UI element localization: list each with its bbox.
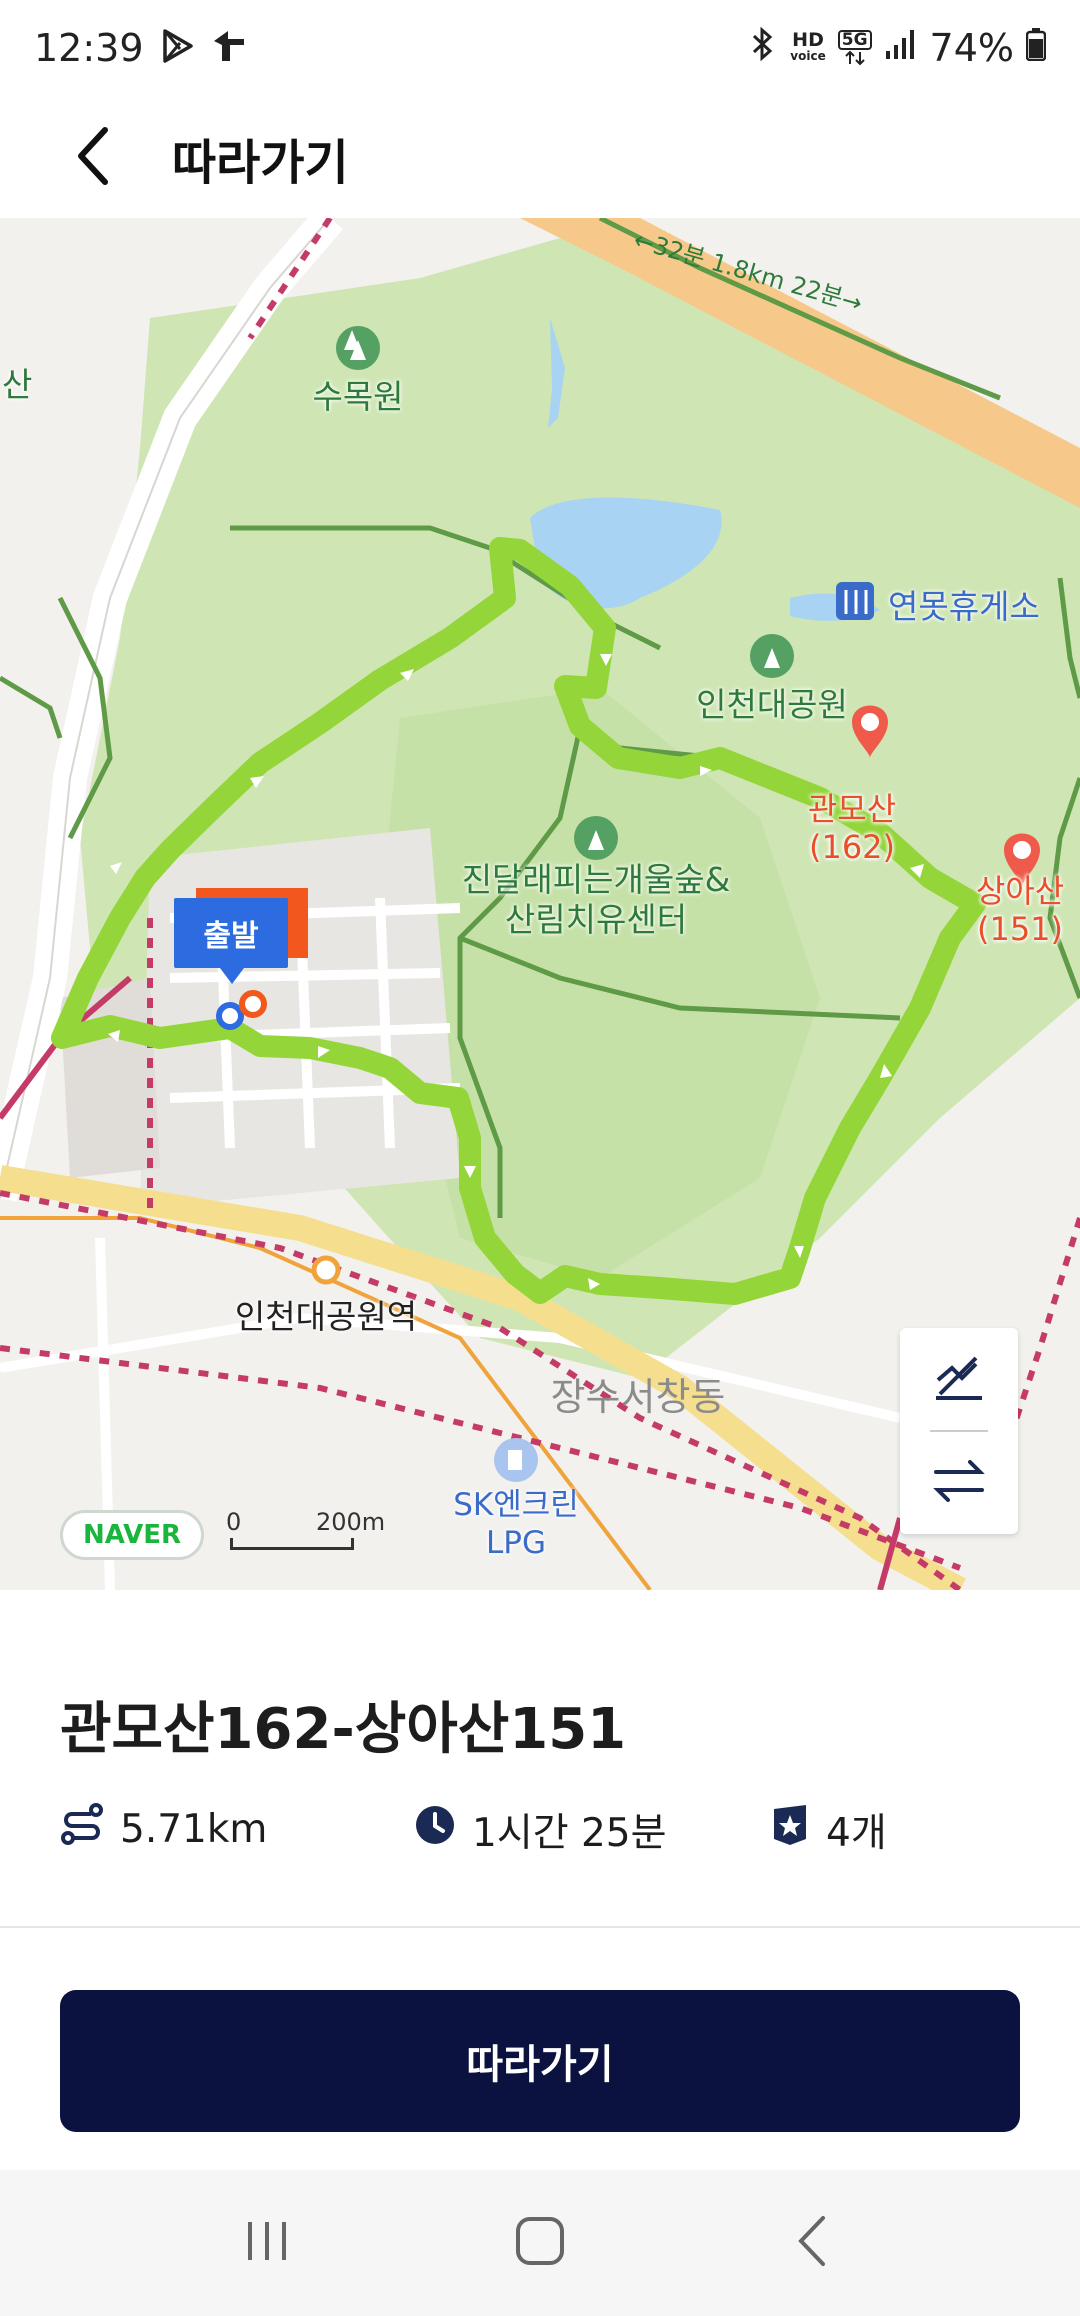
scale-bar: 0 200m <box>226 1508 385 1550</box>
system-nav-bar <box>0 2170 1080 2316</box>
distance-stat: 5.71km <box>60 1802 267 1856</box>
duration-value: 1시간 25분 <box>472 1811 667 1856</box>
page-title: 따라가기 <box>172 135 349 191</box>
route-distance-icon <box>60 1802 104 1856</box>
home-button[interactable] <box>480 2193 600 2293</box>
station-label: 인천대공원역 <box>234 1297 418 1336</box>
gas-station-label: SK엔크린 LPG <box>453 1487 579 1561</box>
app-notification-icon <box>210 27 248 69</box>
bluetooth-icon <box>748 25 778 72</box>
hd-voice-icon: HD voice <box>790 29 826 64</box>
follow-button[interactable]: 따라가기 <box>60 1990 1020 2132</box>
signal-icon <box>884 26 918 70</box>
distance-value: 5.71km <box>120 1806 268 1852</box>
course-title: 관모산162-상아산151 <box>60 1697 627 1762</box>
start-marker[interactable]: 출발 <box>174 898 288 984</box>
rest-area-label: 연못휴게소 <box>888 587 1040 626</box>
home-icon <box>514 2215 566 2271</box>
divider <box>0 1926 1080 1928</box>
status-bar: 12:39 HD voice 5G 74% <box>0 0 1080 96</box>
status-time: 12:39 <box>34 26 144 70</box>
chevron-left-icon <box>71 124 115 192</box>
peaks-count: 4개 <box>826 1811 887 1856</box>
peak-label-sangasan: 상아산 (151) <box>975 872 1065 948</box>
peak-label-gwanmosan: 관모산 (162) <box>807 790 897 866</box>
map-label-left-edge: 산 <box>2 365 33 404</box>
park-label: 인천대공원 <box>696 685 848 724</box>
back-button[interactable] <box>48 113 138 203</box>
naver-logo: NAVER <box>60 1510 204 1560</box>
back-icon <box>793 2214 833 2272</box>
battery-percent: 74% <box>929 26 1014 70</box>
5g-icon: 5G <box>837 30 872 66</box>
reverse-route-icon <box>932 1454 986 1512</box>
recent-apps-button[interactable] <box>207 2193 327 2293</box>
duration-stat: 1시간 25분 <box>414 1802 666 1858</box>
app-header: 따라가기 <box>0 96 1080 220</box>
peaks-stat: 4개 <box>770 1802 887 1858</box>
district-label: 장수서창동 <box>550 1375 726 1419</box>
elevation-toggle-button[interactable] <box>900 1328 1018 1430</box>
route-map[interactable]: 출발 산 ←32분 1.8km 22분→ 수목원 연못휴게소 인천대공원 진달래… <box>0 218 1080 1590</box>
mountain-badge-icon <box>770 1803 810 1857</box>
elevation-toggle-icon <box>932 1350 986 1408</box>
forest-center-label: 진달래피는개울숲& 산림치유센터 <box>461 860 731 939</box>
system-back-button[interactable] <box>753 2193 873 2293</box>
arboretum-label: 수목원 <box>312 377 404 416</box>
battery-icon <box>1025 26 1047 70</box>
clock-icon <box>414 1804 456 1856</box>
map-controls <box>900 1328 1018 1534</box>
recent-apps-icon <box>242 2216 292 2270</box>
play-store-icon <box>158 27 196 69</box>
course-info-card: 관모산162-상아산151 5.71km 1시간 25분 4개 <box>0 1594 1080 1926</box>
reverse-route-button[interactable] <box>900 1432 1018 1534</box>
